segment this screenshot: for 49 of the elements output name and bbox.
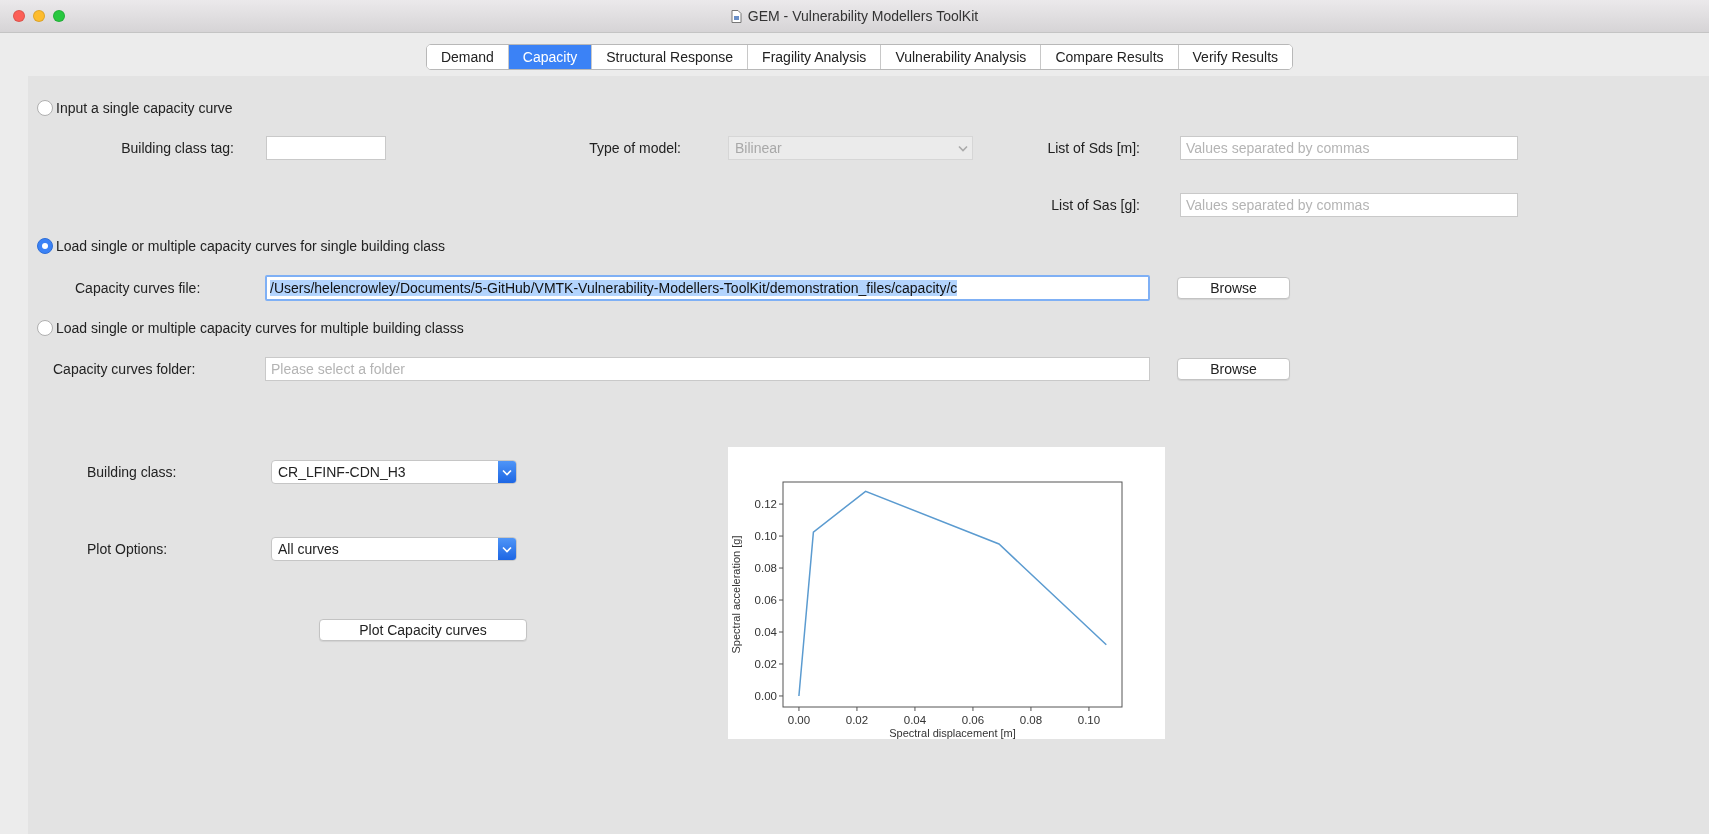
radio-button[interactable] [37,320,53,336]
input-field[interactable]: Please select a folder [265,357,1150,381]
x-tick-label: 0.06 [961,714,985,726]
field-label: Type of model: [588,140,681,156]
file-path-field[interactable]: /Users/helencrowley/Documents/5-GitHub/VMTK-Vulnerability-Modellers-ToolKit/demonstration_files/capacity/c [265,275,1150,301]
plot-button[interactable]: Plot Capacity curves [319,619,527,641]
window-title: GEM - Vulnerability Modellers ToolKit [747,8,979,24]
plot-options-select[interactable]: All curves [271,537,517,561]
y-tick-label: 0.02 [754,658,777,670]
field-label: Building class tag: [120,140,234,156]
tab[interactable]: Capacity [507,45,592,69]
radio-label: Load single or multiple capacity curves for multiple building classs [56,320,464,336]
radio-label: Input a single capacity curve [56,100,233,116]
building-class-select[interactable]: CR_LFINF-CDN_H3 [271,460,517,484]
caret-icon [958,144,968,152]
radio-label: Load single or multiple capacity curves for single building class [56,238,446,254]
x-axis-label: Spectral displacement [m] [889,727,1016,739]
x-tick-label: 0.08 [1019,714,1043,726]
field-label: Building class: [87,464,178,480]
input-field[interactable]: Values separated by commas [1180,193,1518,217]
browse-button[interactable]: Browse [1177,277,1290,299]
input-field[interactable]: Values separated by commas [1180,136,1518,160]
field-label: List of Sas [g]: [1050,197,1140,213]
caret-icon [502,468,512,476]
radio-button[interactable] [37,100,53,116]
close-icon[interactable] [13,10,25,22]
maximize-icon[interactable] [53,10,65,22]
browse-button[interactable]: Browse [1177,358,1290,380]
field-label: Plot Options: [87,541,169,557]
input-field[interactable] [266,136,386,160]
field-label: Capacity curves folder: [53,361,197,377]
y-tick-label: 0.04 [754,626,777,638]
document-icon [730,9,742,23]
minimize-icon[interactable] [33,10,45,22]
x-tick-label: 0.04 [903,714,927,726]
x-tick-label: 0.02 [845,714,869,726]
x-tick-label: 0.00 [787,714,811,726]
caret-icon [502,545,512,553]
y-tick-label: 0.00 [754,689,777,702]
tab[interactable]: Verify Results [1177,45,1293,69]
y-tick-label: 0.08 [754,562,777,575]
y-tick-label: 0.06 [754,594,777,606]
x-tick-label: 0.10 [1077,714,1101,726]
y-tick-label: 0.10 [754,530,777,543]
y-tick-label: 0.12 [754,498,777,511]
radio-button[interactable] [37,238,53,254]
field-label: List of Sds [m]: [1046,140,1140,156]
y-axis-label: Spectral acceleration [g] [730,535,742,654]
field-label: Capacity curves file: [75,280,202,296]
